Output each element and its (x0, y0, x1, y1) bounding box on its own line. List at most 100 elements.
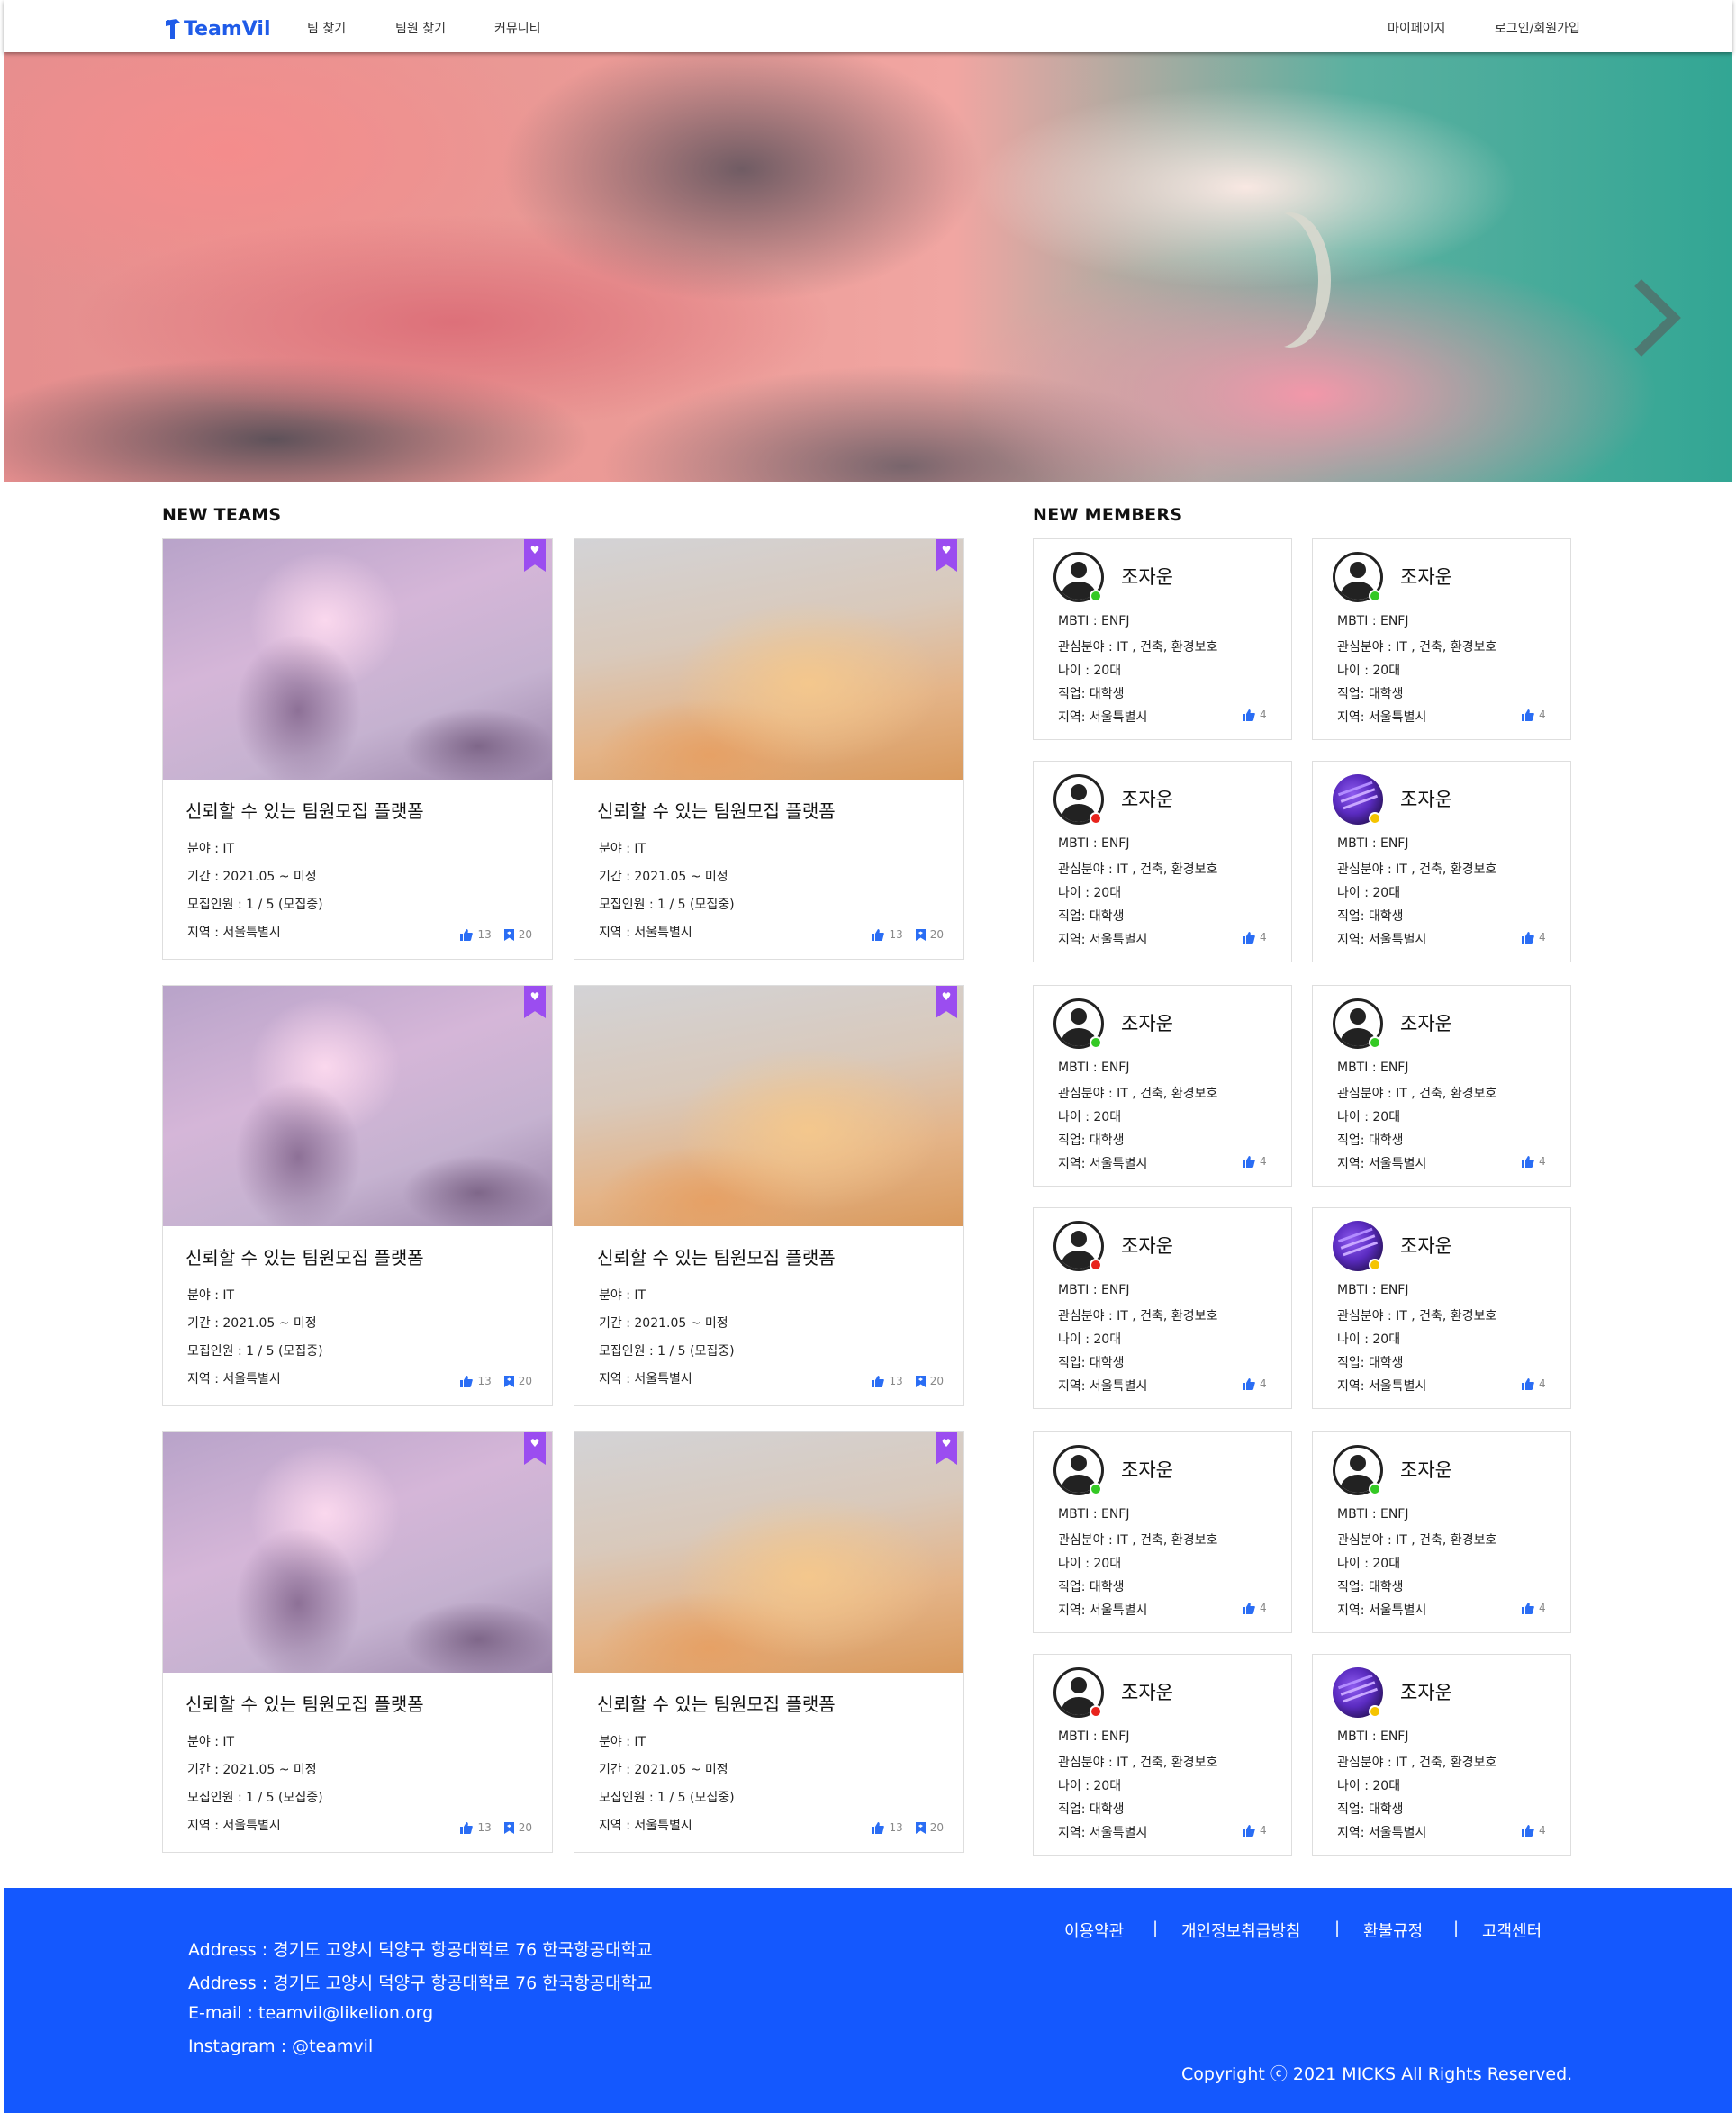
thumbs-up-icon (1243, 931, 1255, 944)
top-header: TeamVil 팀 찾기 팀원 찾기 커뮤니티 마이페이지 로그인/회원가입 (4, 0, 1732, 52)
footer-link-privacy[interactable]: 개인정보취급방침 (1181, 1919, 1300, 1942)
member-like: 4 (1243, 1602, 1267, 1614)
logo[interactable]: TeamVil (164, 11, 271, 47)
member-age: 나이 : 20대 (1337, 1332, 1401, 1347)
team-period: 기간 : 2021.05 ~ 미정 (187, 1763, 317, 1777)
team-field: 분야 : IT (187, 1288, 235, 1303)
team-region: 지역 : 서울특별시 (187, 1819, 281, 1833)
team-region: 지역 : 서울특별시 (187, 1372, 281, 1386)
team-recruit: 모집인원 : 1 / 5 (모집중) (599, 1344, 735, 1359)
member-region: 지역: 서울특별시 (1058, 933, 1148, 947)
new-members-title: NEW MEMBERS (1033, 505, 1183, 525)
member-mbti: MBTI : ENFJ (1058, 1729, 1130, 1744)
moon-image (1237, 212, 1318, 348)
member-job: 직업: 대학생 (1058, 687, 1125, 701)
thumbs-up-icon (1243, 1602, 1255, 1614)
member-name: 조자운 (1400, 789, 1452, 810)
member-likes: 4 (1539, 1824, 1546, 1837)
team-title: 신뢰할 수 있는 팀원모집 플랫폼 (185, 1247, 424, 1269)
team-card[interactable]: ♥ 신뢰할 수 있는 팀원모집 플랫폼 분야 : IT 기간 : 2021.05 ~ … (574, 1431, 964, 1853)
status-dot (1369, 1259, 1381, 1271)
team-likes: 13 (477, 1375, 492, 1387)
member-card[interactable]: 조자운 MBTI : ENFJ 관심분야 : IT , 건축, 환경보호 나이 : 2… (1033, 1431, 1292, 1633)
member-likes: 4 (1260, 1377, 1267, 1390)
status-dot (1369, 812, 1381, 825)
thumbs-up-icon (1522, 931, 1534, 944)
nav-community[interactable]: 커뮤니티 (494, 19, 541, 37)
member-mbti: MBTI : ENFJ (1058, 614, 1130, 628)
member-like: 4 (1243, 709, 1267, 721)
team-card[interactable]: ♥ 신뢰할 수 있는 팀원모집 플랫폼 분야 : IT 기간 : 2021.05 ~ … (162, 1431, 553, 1853)
member-card[interactable]: 조자운 MBTI : ENFJ 관심분야 : IT , 건축, 환경보호 나이 : 2… (1312, 1207, 1571, 1409)
member-card[interactable]: 조자운 MBTI : ENFJ 관심분야 : IT , 건축, 환경보호 나이 : 2… (1033, 985, 1292, 1187)
team-stats: 13 20 (872, 1821, 944, 1834)
member-job: 직업: 대학생 (1337, 1356, 1404, 1370)
member-mbti: MBTI : ENFJ (1058, 1507, 1130, 1522)
member-age: 나이 : 20대 (1058, 1779, 1122, 1793)
team-field: 분야 : IT (599, 1288, 646, 1303)
member-like: 4 (1243, 931, 1267, 944)
team-card[interactable]: ♥ 신뢰할 수 있는 팀원모집 플랫폼 분야 : IT 기간 : 2021.05 ~ … (162, 538, 553, 960)
nav-login-signup[interactable]: 로그인/회원가입 (1495, 19, 1580, 37)
member-name: 조자운 (1400, 566, 1452, 588)
member-interest: 관심분야 : IT , 건축, 환경보호 (1337, 1087, 1497, 1101)
member-age: 나이 : 20대 (1337, 1557, 1401, 1571)
status-dot (1090, 590, 1102, 602)
member-card[interactable]: 조자운 MBTI : ENFJ 관심분야 : IT , 건축, 환경보호 나이 : 2… (1033, 761, 1292, 962)
member-likes: 4 (1260, 931, 1267, 944)
member-likes: 4 (1260, 1602, 1267, 1614)
member-card[interactable]: 조자운 MBTI : ENFJ 관심분야 : IT , 건축, 환경보호 나이 : 2… (1033, 1654, 1292, 1856)
member-card[interactable]: 조자운 MBTI : ENFJ 관심분야 : IT , 건축, 환경보호 나이 : 2… (1033, 1207, 1292, 1409)
hero-banner (4, 52, 1732, 482)
footer-email: E-mail : teamvil@likelion.org (188, 2003, 434, 2023)
member-mbti: MBTI : ENFJ (1058, 1283, 1130, 1297)
team-recruit: 모집인원 : 1 / 5 (모집중) (187, 1791, 323, 1805)
member-job: 직업: 대학생 (1058, 909, 1125, 924)
team-card[interactable]: ♥ 신뢰할 수 있는 팀원모집 플랫폼 분야 : IT 기간 : 2021.05 ~ … (574, 985, 964, 1406)
footer-link-support[interactable]: 고객센터 (1482, 1919, 1542, 1942)
member-region: 지역: 서울특별시 (1058, 710, 1148, 725)
member-likes: 4 (1260, 1824, 1267, 1837)
team-stats: 13 20 (872, 1375, 944, 1387)
member-name: 조자운 (1121, 789, 1173, 810)
team-title: 신뢰할 수 있는 팀원모집 플랫폼 (597, 1247, 836, 1269)
bookmark-icon (503, 1821, 514, 1834)
thumbs-up-icon (1522, 1824, 1534, 1837)
member-card[interactable]: 조자운 MBTI : ENFJ 관심분야 : IT , 건축, 환경보호 나이 : 2… (1312, 1654, 1571, 1856)
footer-link-terms[interactable]: 이용약관 (1064, 1919, 1124, 1942)
nav-mypage[interactable]: 마이페이지 (1388, 19, 1445, 37)
team-field: 분야 : IT (187, 842, 235, 856)
chevron-right-icon[interactable] (1629, 277, 1683, 358)
team-image (163, 986, 552, 1226)
member-like: 4 (1243, 1377, 1267, 1390)
team-card[interactable]: ♥ 신뢰할 수 있는 팀원모집 플랫폼 분야 : IT 기간 : 2021.05 ~ … (162, 985, 553, 1406)
member-like: 4 (1522, 709, 1546, 721)
bookmark-icon (915, 1375, 926, 1387)
team-period: 기간 : 2021.05 ~ 미정 (599, 1763, 728, 1777)
member-age: 나이 : 20대 (1058, 664, 1122, 678)
member-region: 지역: 서울특별시 (1337, 933, 1427, 947)
status-dot (1369, 1705, 1381, 1718)
member-interest: 관심분야 : IT , 건축, 환경보호 (1337, 1309, 1497, 1323)
member-card[interactable]: 조자운 MBTI : ENFJ 관심분야 : IT , 건축, 환경보호 나이 : 2… (1312, 1431, 1571, 1633)
member-likes: 4 (1260, 1155, 1267, 1168)
thumbs-up-icon (872, 1375, 885, 1387)
team-likes: 13 (889, 928, 903, 941)
member-card[interactable]: 조자운 MBTI : ENFJ 관심분야 : IT , 건축, 환경보호 나이 : 2… (1033, 538, 1292, 740)
team-title: 신뢰할 수 있는 팀원모집 플랫폼 (185, 1693, 424, 1715)
member-interest: 관심분야 : IT , 건축, 환경보호 (1058, 1309, 1218, 1323)
footer-link-refund[interactable]: 환불규정 (1363, 1919, 1423, 1942)
team-recruit: 모집인원 : 1 / 5 (모집중) (187, 898, 323, 912)
member-card[interactable]: 조자운 MBTI : ENFJ 관심분야 : IT , 건축, 환경보호 나이 : 2… (1312, 538, 1571, 740)
member-mbti: MBTI : ENFJ (1337, 1061, 1409, 1075)
member-card[interactable]: 조자운 MBTI : ENFJ 관심분야 : IT , 건축, 환경보호 나이 : 2… (1312, 985, 1571, 1187)
team-field: 분야 : IT (599, 1735, 646, 1749)
thumbs-up-icon (1522, 709, 1534, 721)
member-card[interactable]: 조자운 MBTI : ENFJ 관심분야 : IT , 건축, 환경보호 나이 : 2… (1312, 761, 1571, 962)
team-card[interactable]: ♥ 신뢰할 수 있는 팀원모집 플랫폼 분야 : IT 기간 : 2021.05 ~ … (574, 538, 964, 960)
nav-find-team[interactable]: 팀 찾기 (307, 19, 346, 37)
team-bookmarks: 20 (929, 1821, 944, 1834)
member-name: 조자운 (1400, 1682, 1452, 1703)
member-like: 4 (1522, 1824, 1546, 1837)
nav-find-member[interactable]: 팀원 찾기 (395, 19, 446, 37)
